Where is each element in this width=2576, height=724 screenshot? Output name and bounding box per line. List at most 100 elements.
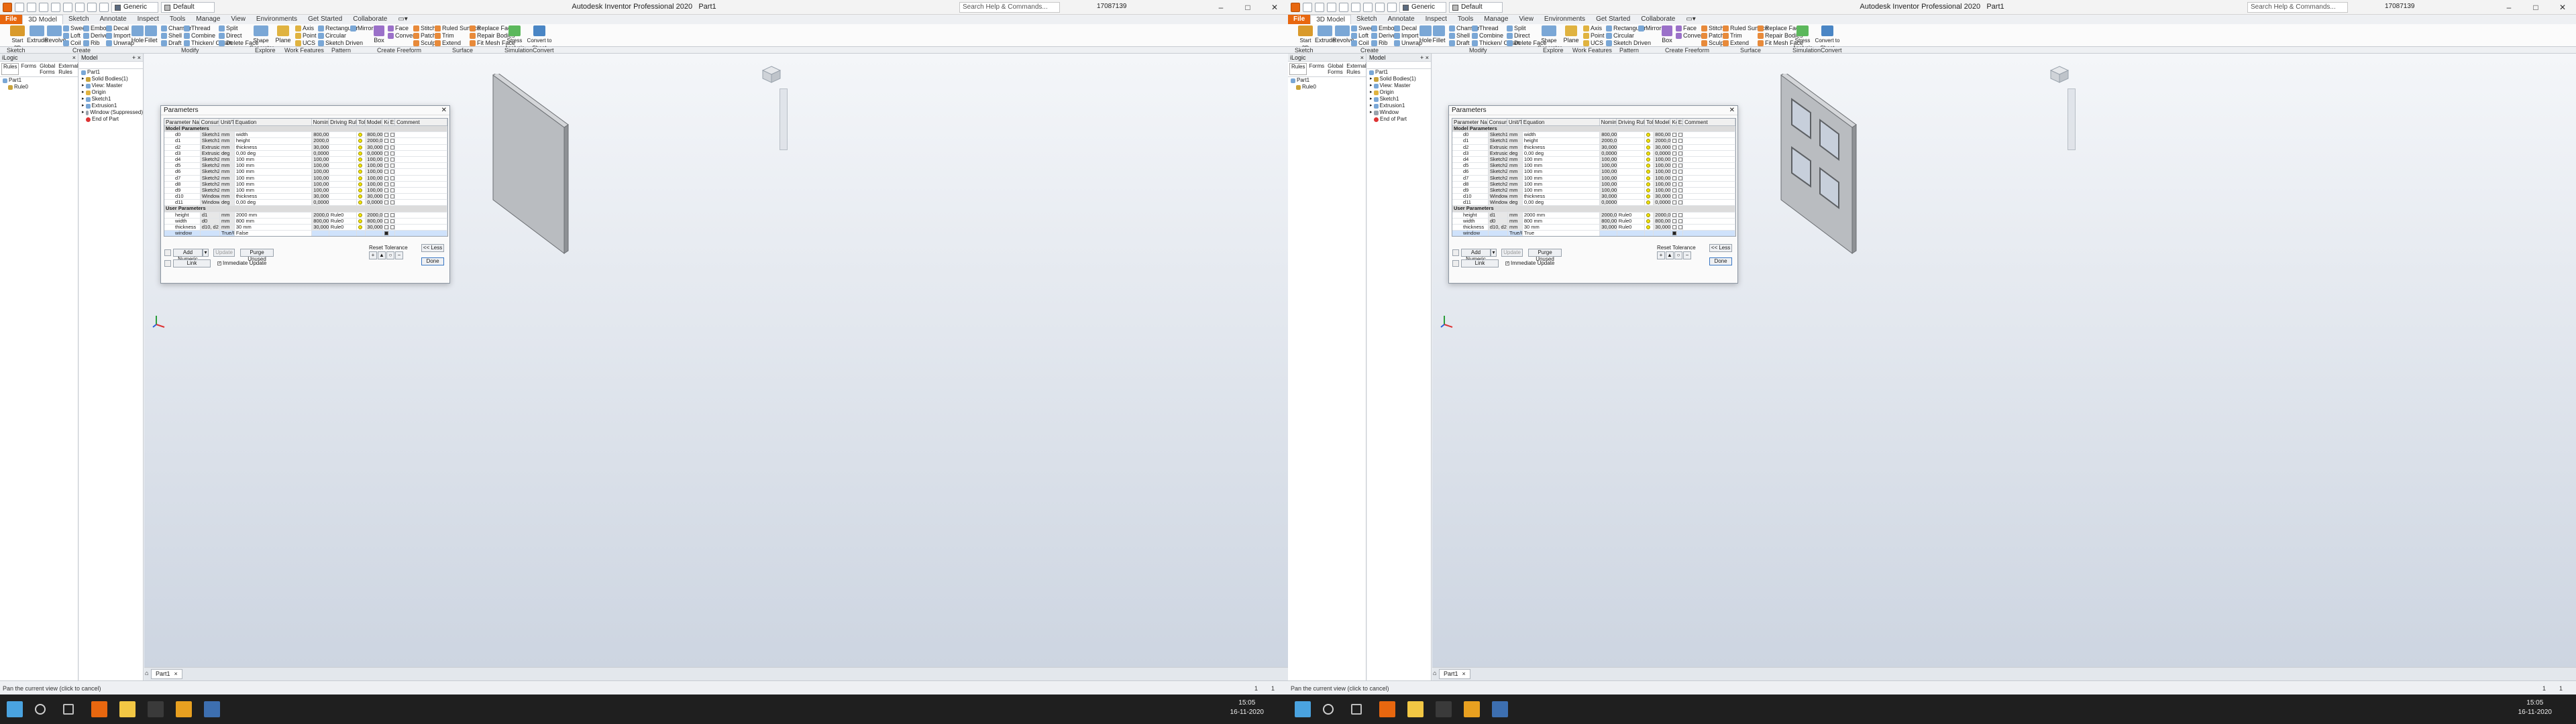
hole-button[interactable]: Hole [1418, 25, 1433, 44]
checkbox[interactable] [390, 194, 395, 199]
media-player-icon[interactable] [148, 701, 164, 717]
table-cell[interactable]: 800 mm [235, 218, 313, 224]
derive-button[interactable]: Derive [83, 32, 108, 40]
checkbox[interactable] [384, 164, 388, 168]
tab-external-rules[interactable]: External Rules [1345, 63, 1367, 75]
panel-label-create-freeform[interactable]: Create Freeform [1665, 47, 1709, 54]
checkbox[interactable] [1672, 225, 1676, 229]
checkbox[interactable] [1672, 164, 1676, 168]
close-icon[interactable]: × [1462, 670, 1466, 678]
rib-button[interactable]: Rib [83, 40, 100, 47]
tolerance-icon[interactable] [1646, 170, 1651, 174]
tolerance-icon[interactable] [1646, 200, 1651, 205]
calculator-icon[interactable] [1492, 701, 1508, 717]
firefox-icon[interactable] [1379, 701, 1395, 717]
export-icon[interactable] [1452, 260, 1459, 267]
table-cell[interactable] [395, 132, 447, 138]
table-cell[interactable] [395, 144, 447, 150]
firefox-icon[interactable] [91, 701, 107, 717]
split-button[interactable]: Split [219, 25, 238, 32]
close-icon[interactable]: ✕ [1729, 106, 1735, 115]
table-row[interactable]: d4Sketch2mm100 mm100,00...100,00... [164, 156, 447, 164]
viewcube-icon[interactable] [761, 66, 782, 83]
checkbox[interactable] [1678, 225, 1683, 229]
table-row[interactable]: d1Sketch1mmheight2000,0...2000,0... [164, 138, 447, 145]
checkbox[interactable] [384, 176, 388, 180]
tab-forms[interactable]: Forms [1307, 63, 1326, 75]
upper-tolerance-icon[interactable]: + [369, 251, 377, 259]
checkbox[interactable] [384, 219, 388, 223]
tolerance-icon[interactable] [358, 213, 363, 217]
direct-button[interactable]: Direct [1507, 32, 1530, 40]
table-row[interactable]: d5Sketch2mm100 mm100,00...100,00... [1452, 163, 1735, 170]
table-cell[interactable]: 100 mm [1523, 169, 1601, 175]
column-header[interactable]: Equation [1522, 119, 1600, 125]
done-button[interactable]: Done [1709, 257, 1732, 265]
tab-file[interactable]: File [1288, 15, 1311, 24]
tree-node[interactable]: ▸ View: Master [1367, 82, 1431, 89]
table-cell[interactable] [395, 218, 447, 224]
tolerance-icon[interactable] [358, 200, 363, 205]
column-header[interactable]: Nominal V [312, 119, 329, 125]
panel-label-convert[interactable]: Convert [1821, 47, 1842, 54]
tree-node[interactable]: ▸ Window (Suppressed) [79, 109, 143, 116]
table-cell[interactable] [1683, 169, 1735, 175]
panel-label-surface[interactable]: Surface [1740, 47, 1761, 54]
tolerance-icon[interactable] [1646, 188, 1651, 192]
coil-button[interactable]: Coil [63, 40, 81, 47]
revolve-button[interactable]: Revolve [44, 25, 66, 44]
checkbox[interactable] [1678, 145, 1683, 149]
checkbox[interactable] [1672, 151, 1676, 156]
immediate-update-checkbox[interactable]: ✓ Immediate Update [217, 260, 266, 266]
checkbox[interactable] [384, 231, 388, 236]
decal-button[interactable]: Decal [1394, 25, 1417, 32]
table-row[interactable]: d3Extrusion1deg0,00 deg0,0000000,000000 [164, 150, 447, 157]
export-icon[interactable] [164, 260, 171, 267]
panel-label-work-features[interactable]: Work Features [284, 47, 324, 54]
checkbox[interactable] [390, 145, 395, 149]
search-help-input[interactable]: Search Help & Commands... [959, 2, 1060, 13]
face-button[interactable]: Face [388, 25, 409, 32]
ilogic-tree-part1[interactable]: Part1 [1288, 77, 1366, 84]
tab-3d-model[interactable]: 3D Model [22, 15, 64, 24]
checkbox[interactable] [384, 145, 388, 149]
media-player-icon[interactable] [1436, 701, 1452, 717]
tree-root-part1[interactable]: Part1 [79, 69, 143, 76]
loft-button[interactable]: Loft [63, 32, 80, 40]
column-header[interactable]: Key [382, 119, 389, 125]
checkbox[interactable] [384, 151, 388, 156]
table-cell[interactable]: 0,00 deg [1523, 200, 1601, 206]
import-button[interactable]: Import [1394, 32, 1419, 40]
panel-label-create[interactable]: Create [1360, 47, 1379, 54]
table-row[interactable]: d3Extrusion1deg0,00 deg0,0000000,000000 [1452, 150, 1735, 157]
column-header[interactable]: Unit/Type [219, 119, 234, 125]
split-button[interactable]: Split [1507, 25, 1526, 32]
expand-icon[interactable]: ▸ [82, 82, 85, 89]
close-icon[interactable]: ✕ [441, 106, 447, 115]
wall-panel-model[interactable] [492, 74, 572, 255]
checkbox[interactable] [1678, 176, 1683, 180]
table-cell[interactable] [1683, 163, 1735, 169]
checkbox[interactable] [390, 219, 395, 223]
table-row-window[interactable]: window True/F...True [1452, 231, 1735, 236]
checkbox[interactable] [1672, 170, 1676, 174]
tolerance-icon[interactable] [1646, 145, 1651, 149]
convert-freeform-button[interactable]: Convert [1676, 32, 1705, 40]
table-row[interactable]: heightd1mm2000 mm2000,0...Rule02000,0... [164, 212, 447, 219]
tolerance-icon[interactable] [358, 219, 363, 223]
expand-icon[interactable]: ▸ [1370, 96, 1373, 103]
checkbox[interactable] [1678, 164, 1683, 168]
panel-label-sketch[interactable]: Sketch [1295, 47, 1313, 54]
ilogic-tree-rule0[interactable]: Rule0 [0, 84, 78, 90]
tolerance-icon[interactable] [358, 225, 363, 229]
tolerance-icon[interactable] [358, 188, 363, 192]
table-row[interactable]: widthd0mm800 mm800,00...Rule0800,00... [1452, 218, 1735, 225]
panel-label-simulation[interactable]: Simulation [1792, 47, 1821, 54]
table-row[interactable]: d7Sketch2mm100 mm100,00...100,00... [1452, 175, 1735, 182]
table-cell[interactable]: thickness [235, 194, 313, 200]
table-cell[interactable]: 100 mm [235, 169, 313, 175]
checkbox[interactable] [384, 213, 388, 217]
panel-label-convert[interactable]: Convert [533, 47, 554, 54]
document-tab-part1[interactable]: Part1 × [1439, 669, 1470, 679]
expand-icon[interactable]: ▸ [82, 89, 85, 96]
